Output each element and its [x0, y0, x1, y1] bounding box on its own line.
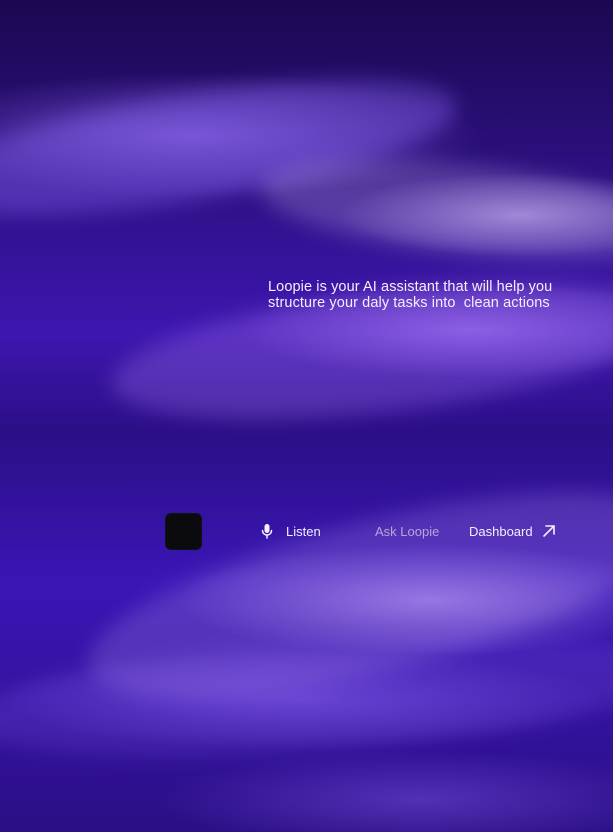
background-scene: Loopie is your AI assistant that will he… [0, 0, 613, 832]
ask-loopie-label: Ask Loopie [375, 523, 440, 539]
tagline-line-2: structure your daly tasks into clean act… [268, 295, 550, 311]
mic-icon [260, 523, 274, 539]
dashboard-link[interactable]: Dashboard [469, 520, 557, 542]
listen-button[interactable]: Listen [260, 520, 321, 542]
background-swoosh [70, 449, 613, 741]
ask-loopie-button[interactable]: Ask Loopie [375, 520, 439, 542]
background-swoosh [0, 53, 465, 242]
dark-square-button[interactable] [165, 513, 202, 550]
dashboard-label: Dashboard [469, 523, 533, 539]
tagline-line-1: Loopie is your AI assistant that will he… [268, 279, 553, 295]
listen-label: Listen [286, 523, 321, 539]
background-swoosh [256, 143, 613, 277]
arrow-up-right-icon [541, 523, 557, 539]
hero-tagline: Loopie is your AI assistant that will he… [268, 279, 598, 311]
action-bar: Listen Ask Loopie Dashboard [260, 520, 580, 542]
background-swoosh [0, 615, 613, 775]
